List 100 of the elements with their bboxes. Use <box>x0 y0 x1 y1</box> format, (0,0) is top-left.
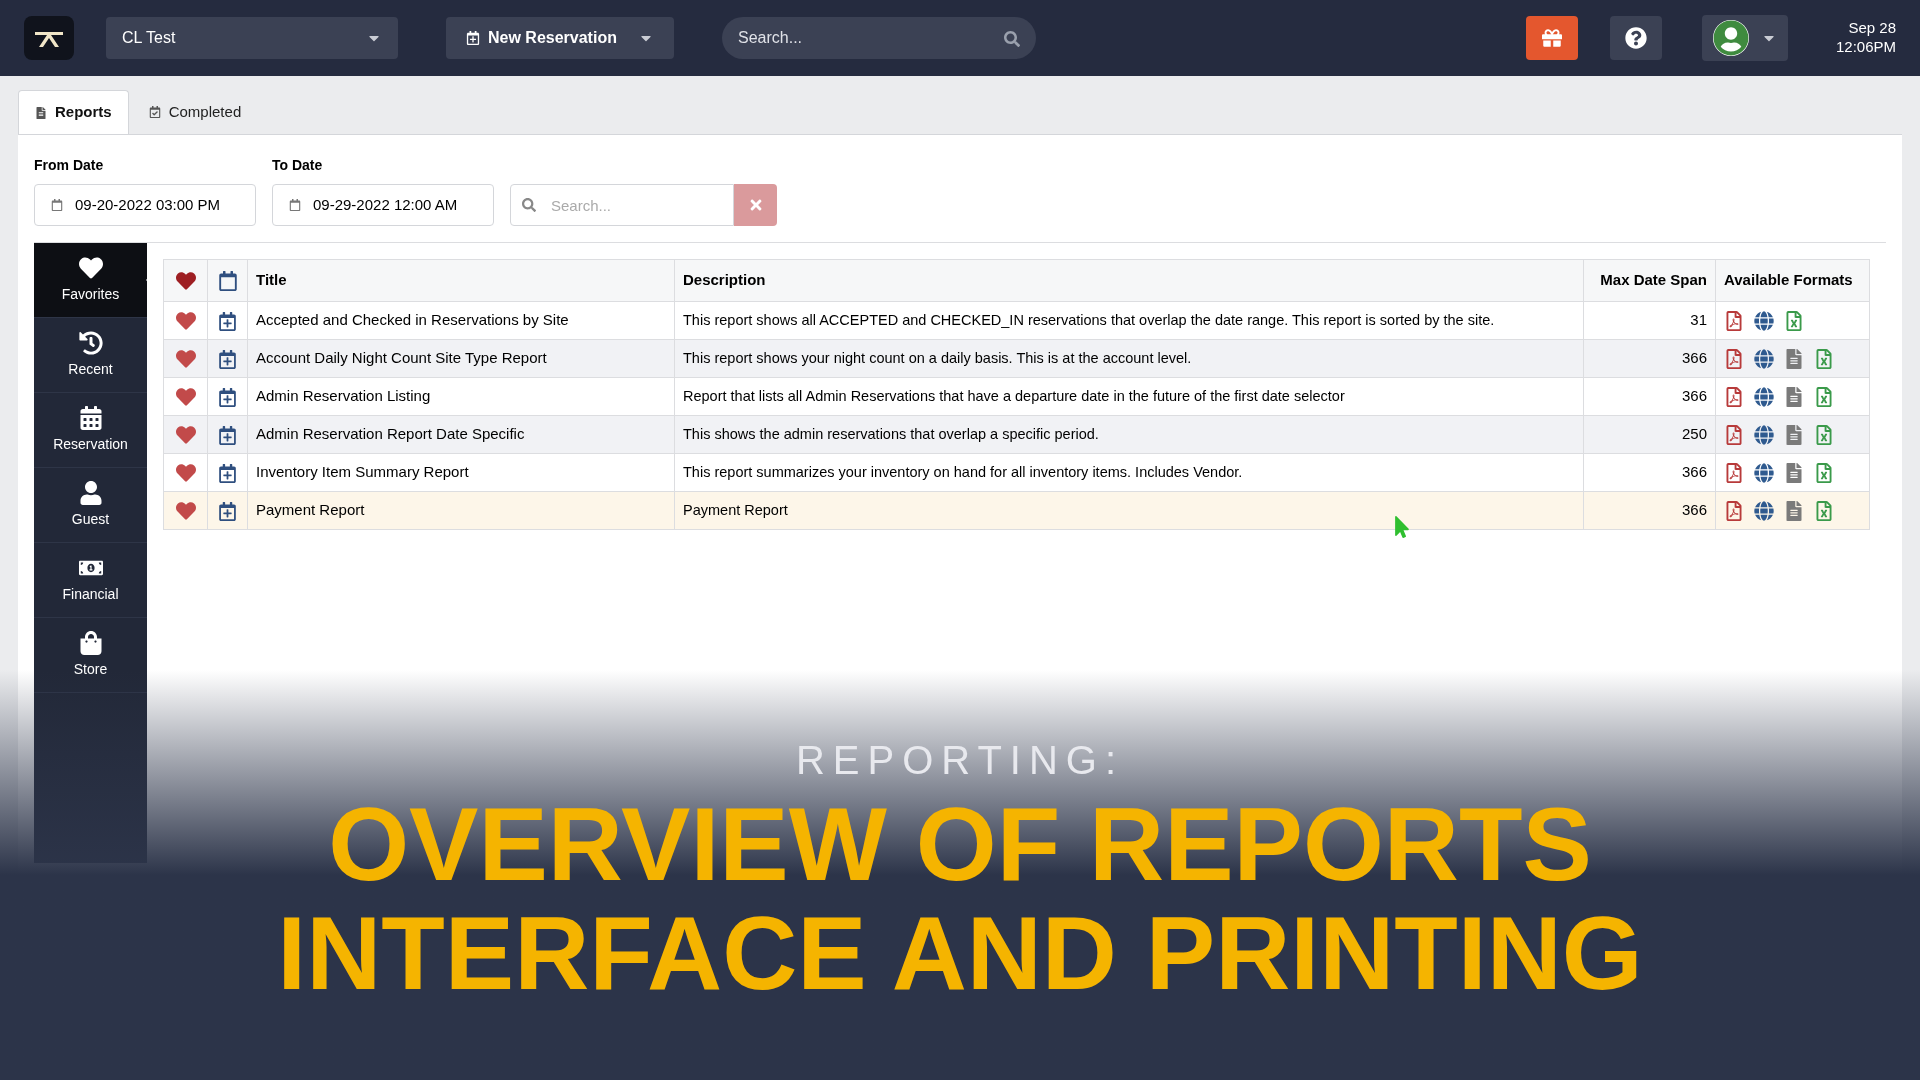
globe-icon[interactable] <box>1754 310 1774 331</box>
sidebar-item[interactable]: Financial <box>34 543 147 618</box>
tab[interactable]: Reports <box>18 90 129 134</box>
spreadsheet-file-icon[interactable] <box>1814 500 1834 521</box>
globe-icon[interactable] <box>1754 424 1774 445</box>
heart-icon[interactable] <box>175 387 196 408</box>
table-cell: Admin Reservation Report Date Specific <box>247 415 675 454</box>
banner-subtitle: REPORTING: <box>795 737 1125 784</box>
history-icon <box>78 330 103 355</box>
spreadsheet-file-icon[interactable] <box>1784 310 1804 331</box>
sidebar-item[interactable]: Recent <box>34 318 147 393</box>
heart-icon[interactable] <box>175 311 196 332</box>
site-dropdown[interactable]: CL Test <box>106 17 398 59</box>
tab[interactable]: Completed <box>132 90 258 134</box>
globe-icon[interactable] <box>1754 500 1774 521</box>
table-cell: This report shows your night count on a daily basis. This is at the account level. <box>674 339 1584 378</box>
globe-icon[interactable] <box>1754 462 1774 483</box>
account-button[interactable] <box>1702 15 1788 61</box>
search-field[interactable]: Search... <box>722 17 1036 59</box>
table-cell: 366 <box>1583 453 1716 492</box>
help-button[interactable] <box>1610 16 1662 60</box>
column-header[interactable]: Title <box>247 259 675 302</box>
column-header[interactable]: Description <box>674 259 1584 302</box>
globe-icon[interactable] <box>1754 348 1774 369</box>
table-cell: 31 <box>1583 301 1716 340</box>
heart-icon <box>175 271 196 292</box>
calendar-plus-icon[interactable] <box>218 463 237 483</box>
heart-icon[interactable] <box>175 463 196 484</box>
table-cell: Account Daily Night Count Site Type Report <box>247 339 675 378</box>
column-header[interactable]: Available Formats <box>1715 259 1870 302</box>
date-field[interactable]: 09-29-2022 12:00 AM <box>272 184 494 226</box>
calendar-icon <box>289 199 301 211</box>
help-icon <box>1625 27 1647 49</box>
table-cell: Admin Reservation Listing <box>247 377 675 416</box>
spreadsheet-file-icon[interactable] <box>1814 462 1834 483</box>
table-row[interactable]: Payment Report Payment Report 366 <box>163 491 1870 530</box>
document-icon[interactable] <box>1784 348 1804 369</box>
field-label: From Date <box>34 156 105 175</box>
calendar-icon <box>78 405 103 430</box>
pdf-file-icon[interactable] <box>1724 424 1744 445</box>
spreadsheet-file-icon[interactable] <box>1814 424 1834 445</box>
table-cell: This report summarizes your inventory on hand for all inventory items. Includes Vendor. <box>674 453 1584 492</box>
search-icon <box>522 198 536 212</box>
banner-headline: INTERFACE AND PRINTING <box>277 899 1643 1009</box>
new-reservation-button[interactable]: New Reservation <box>446 17 674 59</box>
document-icon[interactable] <box>1784 500 1804 521</box>
table-cell: Payment Report <box>247 491 675 530</box>
bag-icon <box>78 630 103 655</box>
pdf-file-icon[interactable] <box>1724 386 1744 407</box>
pdf-file-icon[interactable] <box>1724 310 1744 331</box>
table-cell: 366 <box>1583 339 1716 378</box>
table-cell: Inventory Item Summary Report <box>247 453 675 492</box>
heart-icon[interactable] <box>175 425 196 446</box>
search-icon <box>1004 31 1020 47</box>
table-cell: 250 <box>1583 415 1716 454</box>
document-icon[interactable] <box>1784 386 1804 407</box>
field-label: To Date <box>272 156 324 175</box>
heart-icon[interactable] <box>175 349 196 370</box>
spreadsheet-file-icon[interactable] <box>1814 348 1834 369</box>
table-row[interactable]: Admin Reservation Listing Report that lists all Admin Reservations that have a departure date in the future of the first date selector 366 <box>163 377 1870 416</box>
pdf-file-icon[interactable] <box>1724 462 1744 483</box>
calendar-plus-icon[interactable] <box>218 311 237 331</box>
table-row[interactable]: Account Daily Night Count Site Type Report This report shows your night count on a daily basis. This is at the account level. 366 <box>163 339 1870 378</box>
calendar-plus-icon[interactable] <box>218 425 237 445</box>
calendar-icon <box>217 271 238 292</box>
person-icon <box>78 480 103 505</box>
table-row[interactable]: Admin Reservation Report Date Specific This shows the admin reservations that overlap a specific period. 250 <box>163 415 1870 454</box>
spreadsheet-file-icon[interactable] <box>1814 386 1834 407</box>
sidebar-item[interactable]: Guest <box>34 468 147 543</box>
heart-icon <box>78 255 103 280</box>
date-text: Sep 28 <box>1848 19 1896 38</box>
date-field[interactable]: 09-20-2022 03:00 PM <box>34 184 256 226</box>
heart-icon[interactable] <box>175 501 196 522</box>
table-row[interactable]: Inventory Item Summary Report This report summarizes your inventory on hand for all inventory items. Includes Vendor. 366 <box>163 453 1870 492</box>
globe-icon[interactable] <box>1754 386 1774 407</box>
calendar-check-icon <box>148 106 161 118</box>
document-icon[interactable] <box>1784 424 1804 445</box>
avatar-icon <box>1713 20 1749 56</box>
table-cell: Accepted and Checked in Reservations by Site <box>247 301 675 340</box>
banner-headline: OVERVIEW OF REPORTS <box>328 790 1592 900</box>
sidebar-item[interactable]: Store <box>34 618 147 693</box>
time-text: 12:06PM <box>1835 38 1896 57</box>
calendar-plus-icon[interactable] <box>218 387 237 407</box>
table-cell: This report shows all ACCEPTED and CHECKED_IN reservations that overlap the date range. This report is sorted by the site. <box>674 301 1584 340</box>
pdf-file-icon[interactable] <box>1724 348 1744 369</box>
table-cell: Report that lists all Admin Reservations that have a departure date in the future of the first date selector <box>674 377 1584 416</box>
logo-icon[interactable] <box>24 16 74 60</box>
table-row[interactable]: Accepted and Checked in Reservations by Site This report shows all ACCEPTED and CHECKED_IN reservations that overlap the date range. This report is sorted by the site. 31 <box>163 301 1870 340</box>
gift-button[interactable] <box>1526 16 1578 60</box>
table-cell: This shows the admin reservations that overlap a specific period. <box>674 415 1584 454</box>
table-cell: 366 <box>1583 491 1716 530</box>
sidebar-item[interactable]: Reservation <box>34 393 147 468</box>
calendar-plus-icon[interactable] <box>218 501 237 521</box>
pdf-file-icon[interactable] <box>1724 500 1744 521</box>
column-header[interactable]: Max Date Span <box>1583 259 1716 302</box>
document-icon[interactable] <box>1784 462 1804 483</box>
document-icon <box>35 106 47 119</box>
calendar-plus-icon <box>466 31 480 45</box>
calendar-plus-icon[interactable] <box>218 349 237 369</box>
search-field[interactable]: Search... <box>510 184 734 226</box>
